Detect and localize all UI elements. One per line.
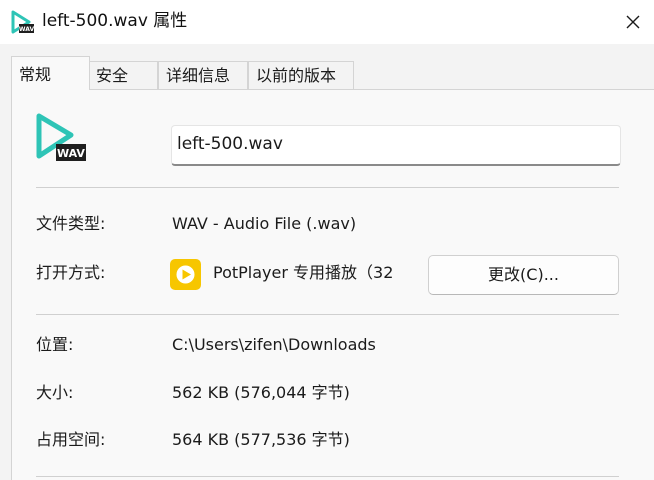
file-type-label: 文件类型:: [36, 214, 106, 233]
size-on-disk-value: 564 KB (577,536 字节): [172, 430, 350, 449]
file-icon-badge: WAV: [57, 147, 85, 160]
location-value: C:\Users\zifen\Downloads: [172, 335, 376, 354]
close-icon: [626, 15, 640, 29]
divider: [36, 187, 619, 188]
location-label: 位置:: [36, 335, 74, 354]
tab-general[interactable]: 常规: [11, 56, 90, 90]
tab-previous-versions[interactable]: 以前的版本: [248, 61, 354, 89]
divider: [36, 476, 619, 477]
wav-file-icon: WAV: [11, 10, 35, 34]
close-button[interactable]: [612, 2, 654, 42]
file-name-input[interactable]: [171, 125, 621, 166]
divider: [36, 314, 619, 315]
potplayer-icon: [170, 259, 201, 290]
opens-with-app-name: PotPlayer 专用播放（32: [213, 263, 394, 282]
tab-security[interactable]: 安全: [88, 61, 158, 89]
tab-details[interactable]: 详细信息: [158, 61, 248, 89]
properties-window: WAV left-500.wav 属性 常规 安全 详细信息 以前的版本 WAV…: [0, 0, 654, 480]
opens-with-label: 打开方式:: [36, 263, 106, 282]
title-icon-badge: WAV: [19, 26, 35, 33]
file-type-value: WAV - Audio File (.wav): [172, 214, 357, 233]
window-title: left-500.wav 属性: [42, 11, 188, 31]
size-on-disk-label: 占用空间:: [36, 430, 106, 449]
change-button[interactable]: 更改(C)...: [428, 255, 619, 295]
size-value: 562 KB (576,044 字节): [172, 383, 350, 402]
wav-file-icon: WAV: [36, 113, 86, 161]
size-label: 大小:: [36, 383, 74, 402]
title-bar: WAV left-500.wav 属性: [0, 0, 654, 44]
